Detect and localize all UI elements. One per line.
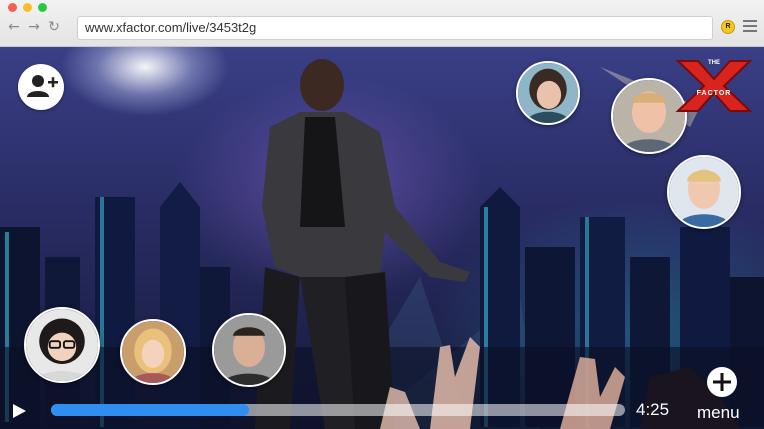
video-stage[interactable]: THE FACTOR 4:25 menu [0,47,764,429]
viewer-avatar-4[interactable] [24,307,100,383]
logo-text-bottom: FACTOR [697,90,732,97]
avatar [518,63,578,123]
viewer-avatar-6[interactable] [212,313,286,387]
add-friend-button[interactable] [18,64,64,110]
xfactor-logo: THE FACTOR [675,60,753,112]
progress-fill [51,404,250,416]
add-friend-icon [27,75,58,97]
forward-icon[interactable]: → [26,19,42,35]
viewer-avatar-5[interactable] [120,319,186,385]
play-icon[interactable] [10,402,28,420]
time-remaining: 4:25 [636,400,670,419]
avatar [122,321,184,383]
back-icon[interactable]: ← [6,19,22,35]
logo-text-top: THE [708,60,720,66]
minimize-window-button[interactable] [23,3,32,12]
viewer-avatar-3[interactable] [667,155,741,229]
address-bar[interactable]: www.xfactor.com/live/3453t2g [77,16,713,40]
menu-button[interactable] [707,367,737,397]
viewer-avatar-1[interactable] [516,61,580,125]
progress-bar[interactable] [51,404,625,416]
menu-label[interactable]: menu [697,403,740,423]
maximize-window-button[interactable] [38,3,47,12]
extension-icon[interactable]: R [721,20,735,34]
browser-chrome: ← → ↻ www.xfactor.com/live/3453t2g R [0,0,764,47]
avatar [669,157,739,227]
avatar [214,315,284,385]
avatar [26,309,98,381]
reload-icon[interactable]: ↻ [46,19,62,35]
plus-icon [713,373,731,391]
browser-menu-icon[interactable] [743,20,757,34]
close-window-button[interactable] [8,3,17,12]
